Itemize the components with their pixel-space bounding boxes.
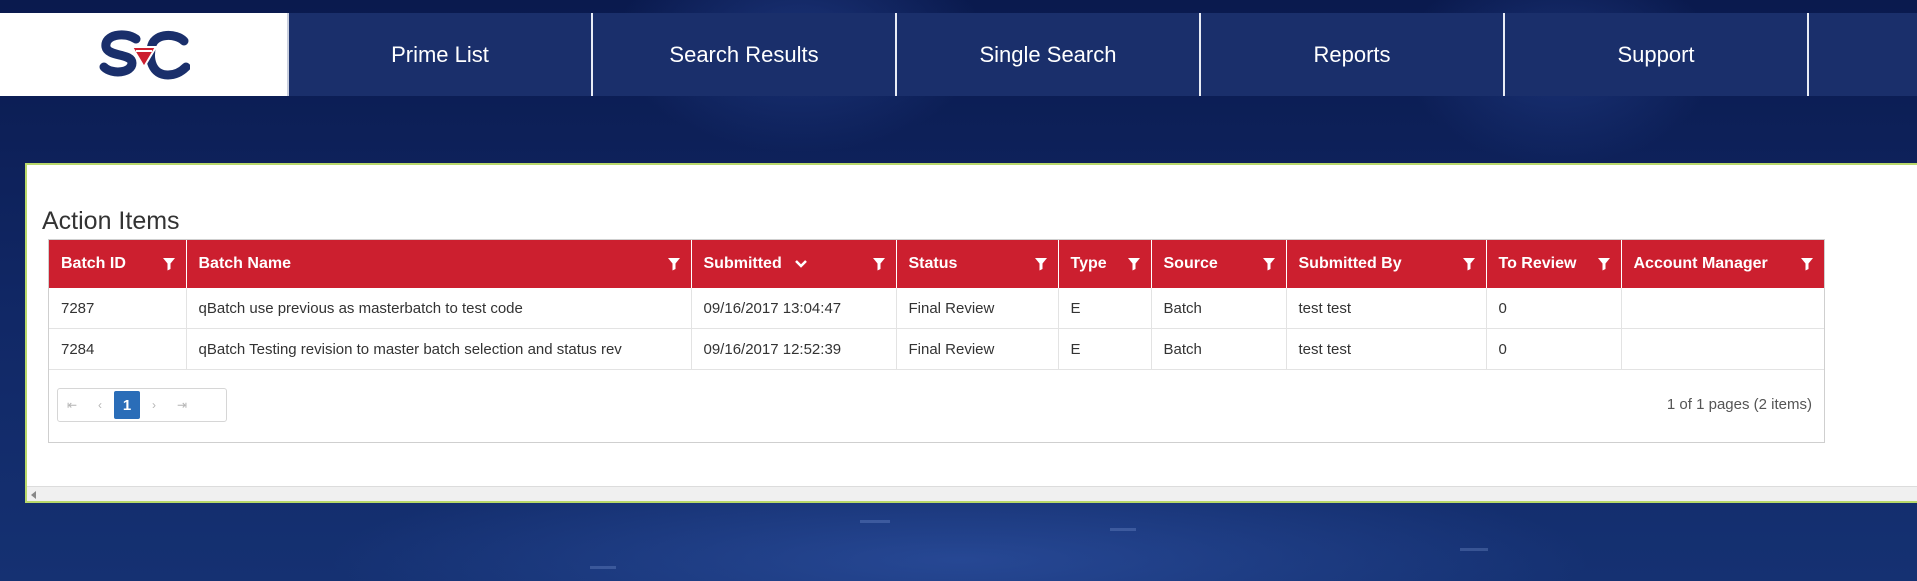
cell-type: E [1058,288,1152,329]
action-items-grid: Batch ID Batch Name Submitted Status Typ… [48,239,1825,443]
cell-submitted-by: test test [1286,328,1487,370]
top-navigation: Prime List Search Results Single Search … [0,13,1917,96]
filter-icon[interactable] [1262,257,1276,271]
cell-to-review: 0 [1486,288,1622,329]
column-header-submitted-by[interactable]: Submitted By [1286,240,1487,288]
panel-title: Action Items [42,207,180,235]
last-page-button[interactable]: ⇥ [168,389,196,421]
filter-icon[interactable] [162,257,176,271]
cell-account-manager [1621,328,1824,370]
nav-prime-list[interactable]: Prime List [289,13,593,96]
horizontal-scrollbar[interactable] [27,486,1917,501]
column-header-source[interactable]: Source [1151,240,1287,288]
column-header-batch-name[interactable]: Batch Name [186,240,692,288]
nav-support[interactable]: Support [1505,13,1809,96]
action-items-table: Batch ID Batch Name Submitted Status Typ… [49,240,1824,370]
nav-single-search[interactable]: Single Search [897,13,1201,96]
action-items-panel: Action Items Batch ID Batch Name Submitt… [25,163,1917,503]
filter-icon[interactable] [1800,257,1814,271]
column-label: Batch Name [198,255,291,272]
column-header-type[interactable]: Type [1058,240,1152,288]
prev-page-button[interactable]: ‹ [86,389,114,421]
column-header-account-manager[interactable]: Account Manager [1621,240,1824,288]
pager-info: 1 of 1 pages (2 items) [1666,396,1812,413]
cell-batch-id: 7287 [49,288,187,329]
sc-logo-icon [99,29,190,80]
cell-to-review: 0 [1486,328,1622,370]
column-label: Submitted By [1298,255,1402,272]
nav-prime-list-label: Prime List [391,41,489,67]
column-header-submitted[interactable]: Submitted [691,240,897,288]
column-label: Submitted [703,255,782,272]
filter-icon[interactable] [1597,257,1611,271]
column-label: To Review [1498,255,1577,272]
nav-reports[interactable]: Reports [1201,13,1505,96]
column-header-status[interactable]: Status [896,240,1059,288]
batch-id-value: 7287 [61,299,95,317]
column-label: Type [1070,255,1107,272]
next-page-button[interactable]: › [140,389,168,421]
column-label: Batch ID [61,255,126,272]
cell-status: Final Review [896,288,1059,329]
filter-icon[interactable] [1462,257,1476,271]
filter-icon[interactable] [872,257,886,271]
pager: ⇤ ‹ 1 › ⇥ [57,388,227,422]
cell-source: Batch [1151,288,1287,329]
table-header-row: Batch ID Batch Name Submitted Status Typ… [49,240,1824,288]
column-header-to-review[interactable]: To Review [1486,240,1622,288]
nav-reports-label: Reports [1313,41,1391,67]
cell-status: Final Review [896,328,1059,370]
scroll-left-icon[interactable] [31,491,36,499]
filter-icon[interactable] [1127,257,1141,271]
column-label: Status [908,255,958,272]
cell-type: E [1058,328,1152,370]
logo[interactable] [0,13,289,96]
chevron-down-icon [795,259,808,268]
nav-search-results[interactable]: Search Results [593,13,897,96]
cell-source: Batch [1151,328,1287,370]
cell-submitted: 09/16/2017 12:52:39 [691,328,897,370]
column-label: Account Manager [1633,255,1768,272]
nav-support-label: Support [1617,41,1695,67]
table-row[interactable]: 7287 qBatch use previous as masterbatch … [49,288,1824,329]
cell-batch-name: qBatch Testing revision to master batch … [186,328,692,370]
nav-single-search-label: Single Search [979,41,1117,67]
column-label: Source [1163,255,1218,272]
column-header-batch-id[interactable]: Batch ID [49,240,187,288]
cell-submitted: 09/16/2017 13:04:47 [691,288,897,329]
cell-batch-name: qBatch use previous as masterbatch to te… [186,288,692,329]
first-page-button[interactable]: ⇤ [58,389,86,421]
filter-icon[interactable] [1034,257,1048,271]
page-number-button[interactable]: 1 [114,391,140,419]
filter-icon[interactable] [667,257,681,271]
cell-batch-id: 7284 [49,328,187,370]
cell-submitted-by: test test [1286,288,1487,329]
table-row[interactable]: 7284 qBatch Testing revision to master b… [49,328,1824,370]
cell-account-manager [1621,288,1824,329]
nav-overflow [1809,13,1917,96]
nav-search-results-label: Search Results [669,41,819,67]
